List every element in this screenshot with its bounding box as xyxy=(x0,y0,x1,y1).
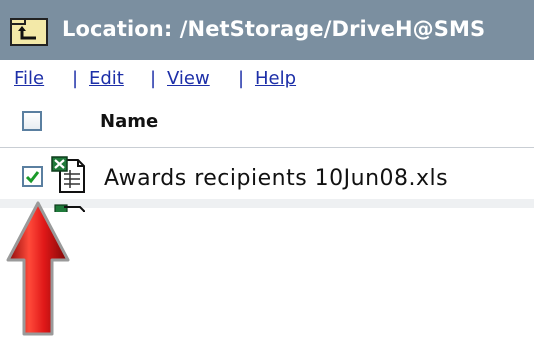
checkmark-icon xyxy=(25,171,40,184)
menu-file[interactable]: File xyxy=(14,68,44,89)
spreadsheet-file-icon xyxy=(50,156,90,194)
row-checkbox[interactable] xyxy=(22,166,43,187)
title-bar: Location: /NetStorage/DriveH@SMS xyxy=(0,0,534,60)
folder-up-icon[interactable] xyxy=(10,18,48,46)
menu-bar: File | Edit | View | Help xyxy=(0,64,534,96)
name-column-header[interactable]: Name xyxy=(100,111,158,132)
location-title: Location: /NetStorage/DriveH@SMS xyxy=(62,17,486,41)
file-name-link[interactable]: Awards recipients 10Jun08.xls xyxy=(104,166,448,191)
table-row[interactable]: Awards recipients 10Jun08.xls xyxy=(0,148,534,206)
menu-view[interactable]: View xyxy=(167,68,210,89)
menu-edit[interactable]: Edit xyxy=(89,68,124,89)
red-up-arrow-icon xyxy=(0,198,80,339)
table-header: Name xyxy=(0,100,534,148)
netstorage-window: Location: /NetStorage/DriveH@SMS File | … xyxy=(0,0,534,339)
select-all-checkbox[interactable] xyxy=(22,111,42,131)
menu-help[interactable]: Help xyxy=(255,68,296,89)
menu-separator: | xyxy=(72,68,79,89)
menu-separator: | xyxy=(150,68,157,89)
menu-separator: | xyxy=(238,68,245,89)
